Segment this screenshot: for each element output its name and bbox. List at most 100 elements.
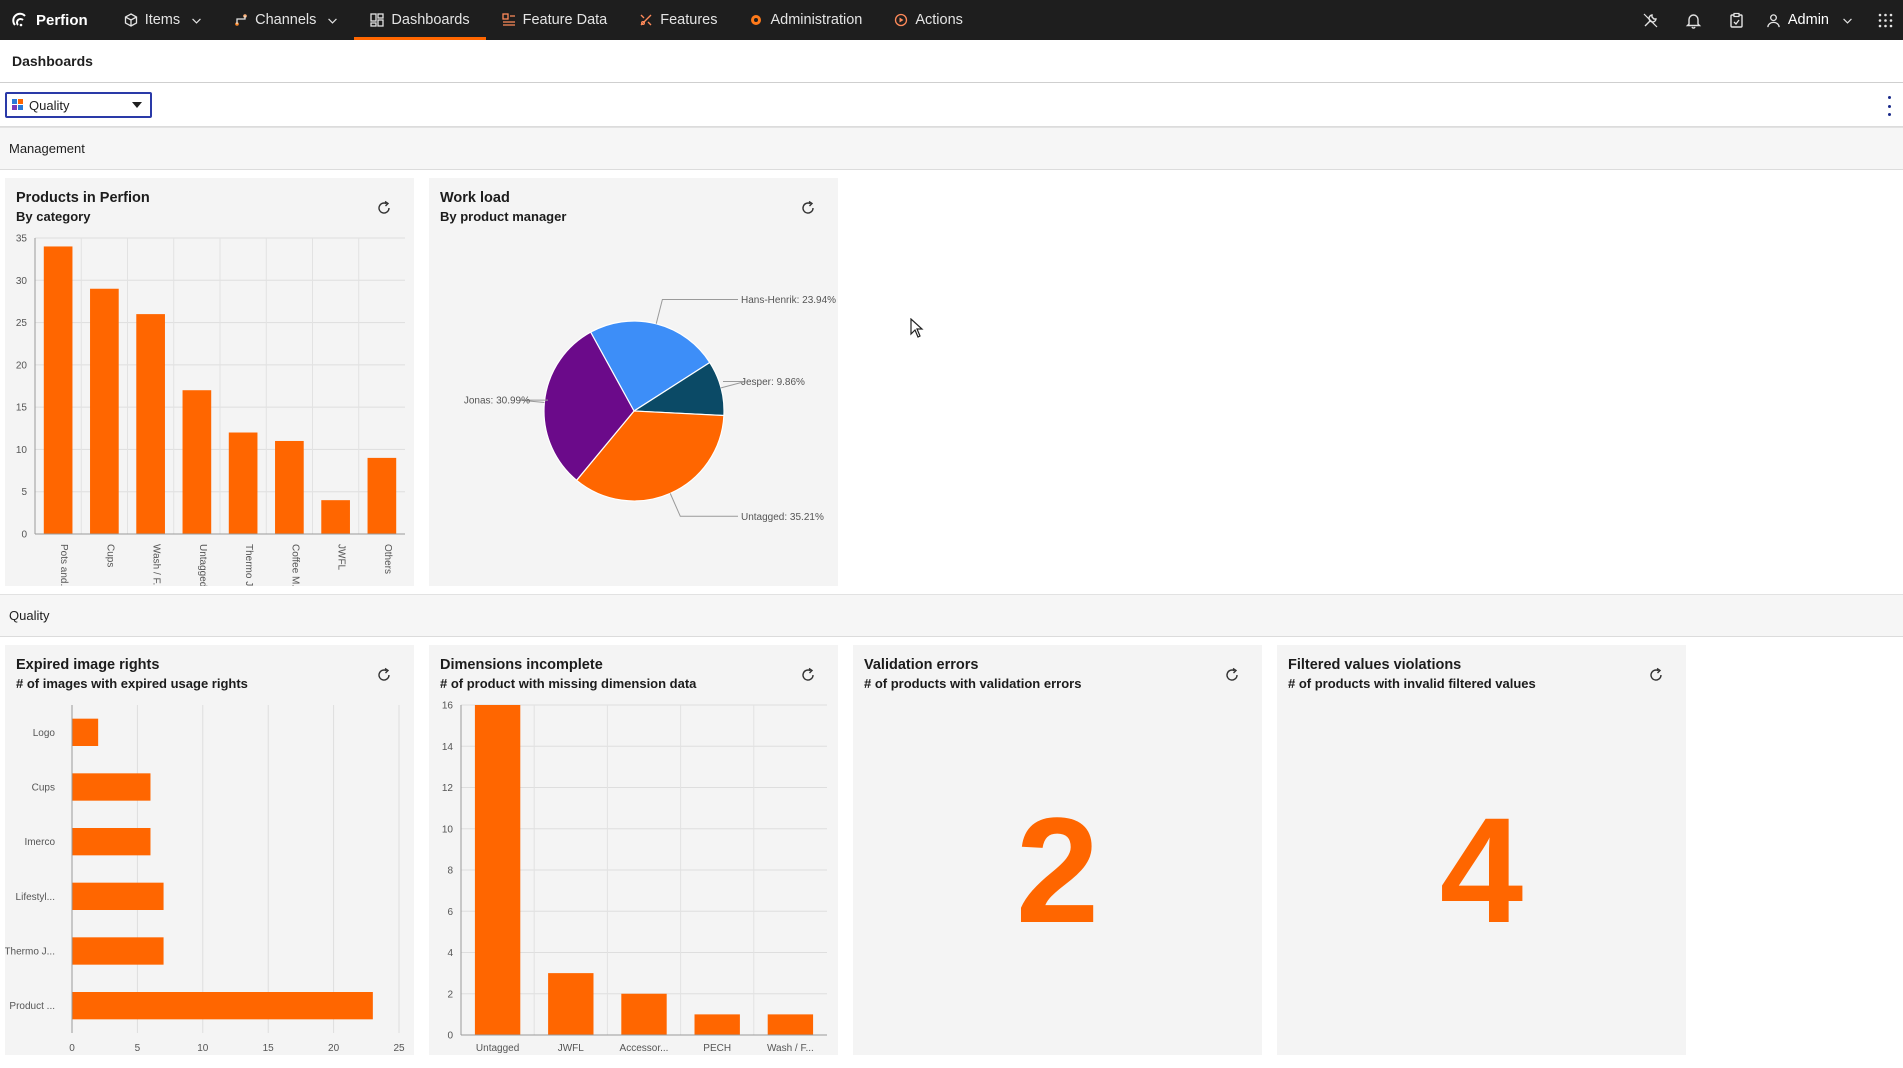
features-icon <box>640 14 652 26</box>
user-menu[interactable]: Admin <box>1758 12 1867 28</box>
pie-label: Hans-Henrik: 23.94% <box>741 295 836 306</box>
bar <box>182 390 212 534</box>
widget-validation-errors: Validation errors # of products with val… <box>853 645 1262 1055</box>
kpi-value: 2 <box>1015 786 1100 954</box>
y-tick-label: 5 <box>21 487 27 498</box>
x-tick-label: PECH <box>703 1043 731 1054</box>
x-tick-label: Untagged <box>197 544 208 586</box>
gear-icon <box>751 15 762 25</box>
bar <box>90 288 119 534</box>
nav-dashboards[interactable]: Dashboards <box>354 0 486 40</box>
dashboard-icon <box>370 13 385 27</box>
widget-products-in-perfion: 0 5 10 15 20 25 30 35 Pots and... Cups Wash / F...… <box>5 178 414 586</box>
nav-channels[interactable]: Channels <box>218 0 354 40</box>
nav-feature-data-label: Feature Data <box>522 12 608 28</box>
actions-icon <box>895 13 908 27</box>
x-tick-label: Accessor... <box>620 1043 669 1054</box>
x-tick-label: Coffee M... <box>289 544 300 586</box>
tasks-button[interactable] <box>1715 0 1758 40</box>
bar <box>72 828 151 856</box>
y-tick-label: 20 <box>16 360 28 371</box>
y-tick-label: 4 <box>447 948 453 959</box>
refresh-icon[interactable] <box>800 667 816 683</box>
top-navigation-bar: Perfion Items Channels Dashboards Featur… <box>0 0 1903 40</box>
wrench-icon <box>1643 13 1658 27</box>
topbar-right: Admin <box>1629 0 1903 40</box>
app-launcher-button[interactable] <box>1867 0 1903 40</box>
x-tick-label: Others <box>382 544 393 574</box>
x-tick-label: 15 <box>263 1043 275 1054</box>
y-tick-label: Cups <box>32 783 55 794</box>
widget-subtitle: # of product with missing dimension data <box>440 676 697 691</box>
y-tick-label: 14 <box>442 742 454 753</box>
nav-actions[interactable]: Actions <box>878 0 979 40</box>
refresh-icon[interactable] <box>376 200 392 216</box>
y-tick-label: 30 <box>16 276 28 287</box>
clipboard-icon <box>1730 12 1743 28</box>
widget-dimensions-incomplete: 0 2 4 6 8 10 12 14 16 Untagged JWFL Accessor... PECH… <box>429 645 838 1055</box>
refresh-icon[interactable] <box>1224 667 1240 683</box>
user-name: Admin <box>1787 12 1829 28</box>
bar <box>43 246 73 534</box>
bar <box>548 973 594 1035</box>
y-tick-label: 0 <box>21 530 27 541</box>
y-tick-label: Logo <box>33 728 56 739</box>
widget-subtitle: By product manager <box>440 209 567 224</box>
pie-leader-line <box>669 493 738 517</box>
widget-title: Dimensions incomplete <box>440 657 603 673</box>
kpi-value: 4 <box>1439 786 1524 954</box>
nav-features-label: Features <box>660 12 718 28</box>
nav-administration[interactable]: Administration <box>733 0 878 40</box>
y-tick-label: Imerco <box>24 837 55 848</box>
dashboard-select[interactable]: Quality <box>5 92 152 118</box>
y-tick-label: 10 <box>16 445 28 456</box>
nav-features[interactable]: Features <box>623 0 733 40</box>
pie-label: Jonas: 30.99% <box>464 396 530 407</box>
x-tick-label: Wash / F... <box>767 1043 814 1054</box>
x-tick-label: 25 <box>393 1043 405 1054</box>
refresh-icon[interactable] <box>376 667 392 683</box>
tools-button[interactable] <box>1629 0 1672 40</box>
page-title: Dashboards <box>0 40 1903 83</box>
chevron-down-icon <box>1843 18 1852 24</box>
x-tick-label: JWFL <box>336 544 347 571</box>
nav-feature-data[interactable]: Feature Data <box>486 0 624 40</box>
y-tick-label: 8 <box>447 866 453 877</box>
user-icon <box>1767 13 1780 27</box>
x-tick-label: 0 <box>69 1043 75 1054</box>
section-quality: Quality <box>0 594 1903 637</box>
bar <box>228 432 258 534</box>
y-tick-label: 0 <box>447 1031 453 1042</box>
x-tick-label: Thermo J... <box>243 544 254 586</box>
y-tick-label: Lifestyl... <box>16 892 55 903</box>
widget-subtitle: # of images with expired usage rights <box>16 676 248 691</box>
y-tick-label: Thermo J... <box>5 947 55 958</box>
y-tick-label: 35 <box>16 234 28 245</box>
cube-icon <box>124 13 137 27</box>
bar <box>136 314 165 534</box>
y-tick-label: Product ... <box>9 1001 55 1012</box>
x-tick-label: Cups <box>104 544 115 567</box>
notifications-button[interactable] <box>1672 0 1715 40</box>
bar <box>621 993 667 1035</box>
nav-items[interactable]: Items <box>108 0 218 40</box>
nav-actions-label: Actions <box>915 12 963 28</box>
refresh-icon[interactable] <box>800 200 816 216</box>
more-options-icon[interactable] <box>1881 96 1897 116</box>
widget-subtitle: # of products with validation errors <box>864 676 1082 691</box>
channels-icon <box>235 14 247 26</box>
bar <box>321 500 350 534</box>
x-tick-label: 20 <box>328 1043 340 1054</box>
brand-name: Perfion <box>36 11 88 29</box>
bar <box>767 1014 814 1035</box>
brand-logo[interactable]: Perfion <box>0 0 108 40</box>
dashboard-select-value: Quality <box>29 97 70 113</box>
widget-subtitle: # of products with invalid filtered valu… <box>1288 676 1536 691</box>
x-tick-label: Pots and... <box>58 544 69 586</box>
refresh-icon[interactable] <box>1648 667 1664 683</box>
bar <box>474 705 521 1035</box>
y-tick-label: 6 <box>447 907 453 918</box>
grid-icon <box>1878 13 1892 27</box>
perfion-logo-icon <box>12 12 26 27</box>
mouse-cursor-icon <box>910 318 924 338</box>
